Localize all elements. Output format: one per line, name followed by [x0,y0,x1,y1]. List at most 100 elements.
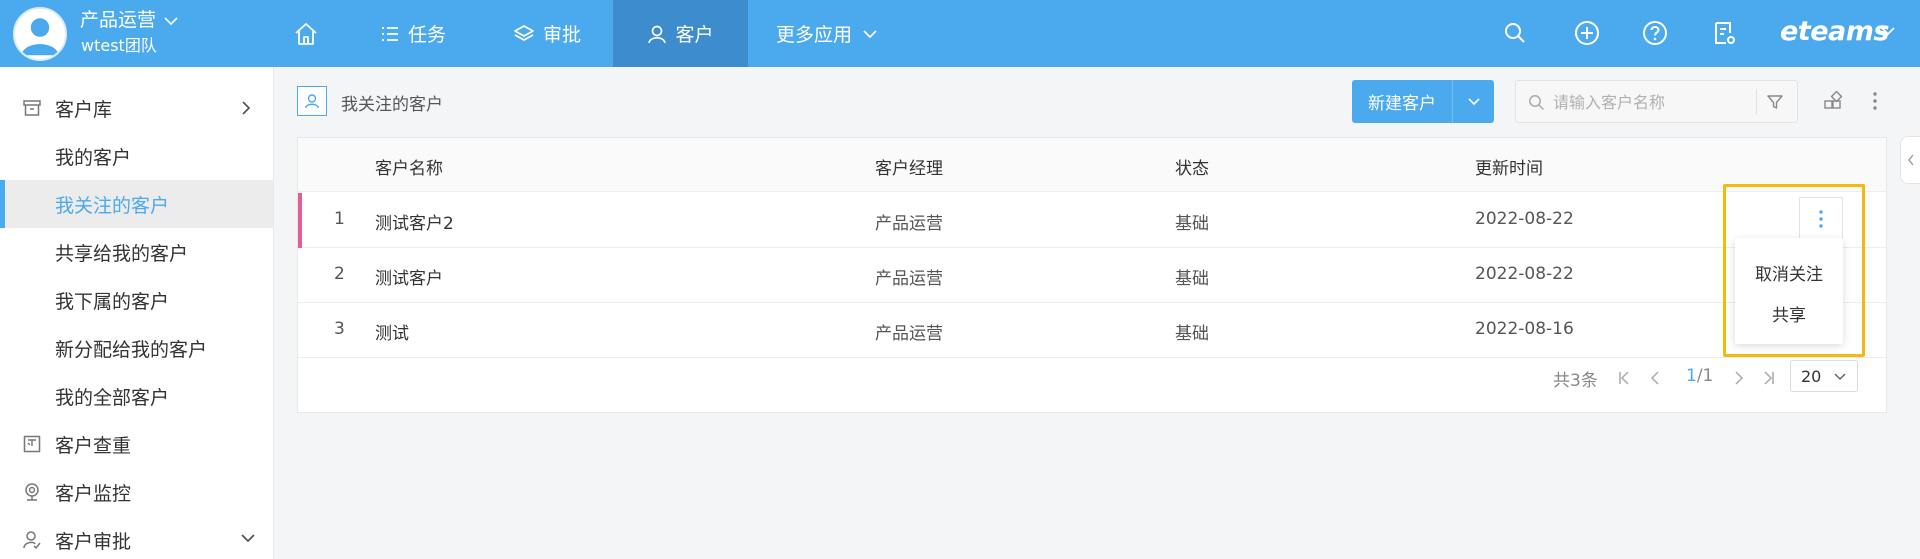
create-button[interactable] [1572,18,1602,48]
nav-customers-label: 客户 [675,24,714,46]
page-size-value: 20 [1801,366,1822,386]
pagination-current: 1/1 [1686,366,1713,386]
customer-status: 基础 [1175,324,1209,344]
user-avatar-icon [15,9,65,59]
document-icon [1715,22,1735,44]
approval-icon [23,531,41,550]
pagination-total: 共3条 [1553,371,1598,391]
user-icon [304,94,320,109]
sidebar-item-shared-with-me[interactable]: 共享给我的客户 [0,228,273,276]
search-icon [1529,95,1545,111]
customer-manager: 产品运营 [875,324,943,344]
sidebar-item-approval[interactable]: 客户审批 [0,516,273,559]
chevron-down-icon [1834,373,1846,381]
column-header-name[interactable]: 客户名称 [375,154,443,179]
search-input[interactable] [1553,89,1753,115]
team-subtitle: wtest团队 [81,36,157,55]
new-customer-button[interactable]: 新建客户 [1352,80,1453,123]
customer-status: 基础 [1175,269,1209,289]
nav-approval[interactable]: 审批 [513,0,581,67]
user-icon [648,25,667,43]
chevron-down-icon [1467,97,1480,105]
customer-name[interactable]: 测试客户 [375,264,443,289]
sidebar-item-label: 我的全部客户 [55,386,170,409]
customer-manager: 产品运营 [875,214,943,234]
nav-more-apps[interactable]: 更多应用 [776,0,886,67]
sidebar-item-subordinate-customers[interactable]: 我下属的客户 [0,276,273,324]
home-icon [295,22,317,45]
chevron-down-icon [241,534,255,543]
brand-logo[interactable]: eteams [1780,16,1889,47]
share-menu-item[interactable]: 共享 [1735,301,1843,326]
chevron-left-icon [1907,154,1914,166]
new-customer-button-group: 新建客户 [1352,80,1494,123]
search-icon [1505,23,1525,43]
current-page: 1 [1686,366,1697,386]
sidebar-item-followed-customers[interactable]: 我关注的客户 [0,180,273,228]
avatar[interactable] [13,7,67,61]
last-page-icon[interactable] [1763,370,1775,386]
chevron-down-icon [164,16,178,25]
list-icon [382,26,398,41]
customer-manager: 产品运营 [875,269,943,289]
table-row[interactable]: 1 测试客户2 产品运营 基础 2022-08-22 [298,193,1886,248]
more-options-button[interactable] [1862,88,1888,114]
sidebar-item-duplicate-check[interactable]: 客户查重 [0,420,273,468]
page-icon [297,86,327,116]
sidebar-item-label: 新分配给我的客户 [55,338,208,361]
customer-table: 客户名称 客户经理 状态 更新时间 1 测试客户2 产品运营 基础 2022-0… [297,137,1887,413]
search-button[interactable] [1500,18,1530,48]
customer-name[interactable]: 测试客户2 [375,209,454,234]
sidebar-item-newly-assigned[interactable]: 新分配给我的客户 [0,324,273,372]
camera-icon [25,483,39,501]
table-row[interactable]: 2 测试客户 产品运营 基础 2022-08-22 [298,248,1886,303]
filter-icon[interactable] [1766,93,1784,111]
first-page-icon[interactable] [1618,370,1630,386]
help-icon [1643,21,1667,45]
sidebar-item-monitoring[interactable]: 客户监控 [0,468,273,516]
layout-switch-button[interactable] [1820,88,1846,114]
sidebar-item-label: 客户审批 [55,530,132,553]
sidebar-item-my-customers[interactable]: 我的客户 [0,132,273,180]
chevron-down-icon[interactable] [1880,26,1896,36]
row-action-menu: 取消关注 共享 [1735,238,1843,344]
customer-updated: 2022-08-16 [1475,319,1574,339]
sidebar-item-label: 共享给我的客户 [55,242,189,265]
customer-updated: 2022-08-22 [1475,264,1574,284]
nav-tasks[interactable]: 任务 [380,0,446,67]
page-count: /1 [1696,366,1714,386]
prev-page-icon[interactable] [1650,370,1660,386]
sidebar-item-label: 我的客户 [55,146,132,169]
top-navigation-bar: 产品运营 wtest团队 任务 审批 客户 更多应用 eteams [0,0,1920,67]
sidebar-item-label: 客户查重 [55,434,132,457]
unfollow-menu-item[interactable]: 取消关注 [1735,260,1843,285]
page-size-select[interactable]: 20 [1790,360,1858,392]
sidebar-item-label: 客户监控 [55,482,132,505]
sidebar-item-label: 我下属的客户 [55,290,170,313]
team-name: 产品运营 [80,9,157,31]
customer-name[interactable]: 测试 [375,319,409,344]
column-header-status[interactable]: 状态 [1175,154,1209,179]
notes-button[interactable] [1710,18,1740,48]
more-vertical-icon [1873,92,1877,110]
nav-home[interactable] [293,0,347,67]
column-header-updated[interactable]: 更新时间 [1475,154,1543,179]
row-index: 1 [334,209,345,229]
help-button[interactable] [1640,18,1670,48]
more-vertical-icon [1819,209,1823,228]
row-more-button[interactable] [1799,197,1843,239]
new-customer-dropdown-button[interactable] [1453,80,1494,123]
table-row[interactable]: 3 测试 产品运营 基础 2022-08-16 [298,303,1886,358]
nav-approval-label: 审批 [543,24,582,46]
nav-customers[interactable]: 客户 [613,0,748,67]
nav-tasks-label: 任务 [408,24,447,46]
panel-collapse-handle[interactable] [1900,136,1920,184]
sidebar-item-label: 客户库 [55,98,113,121]
next-page-icon[interactable] [1734,370,1744,386]
plus-circle-icon [1575,21,1599,45]
team-switcher[interactable]: 产品运营 [80,8,178,32]
sidebar-item-customer-library[interactable]: 客户库 [0,84,273,132]
divider [1756,89,1757,115]
sidebar-item-all-my-customers[interactable]: 我的全部客户 [0,372,273,420]
column-header-manager[interactable]: 客户经理 [875,154,943,179]
